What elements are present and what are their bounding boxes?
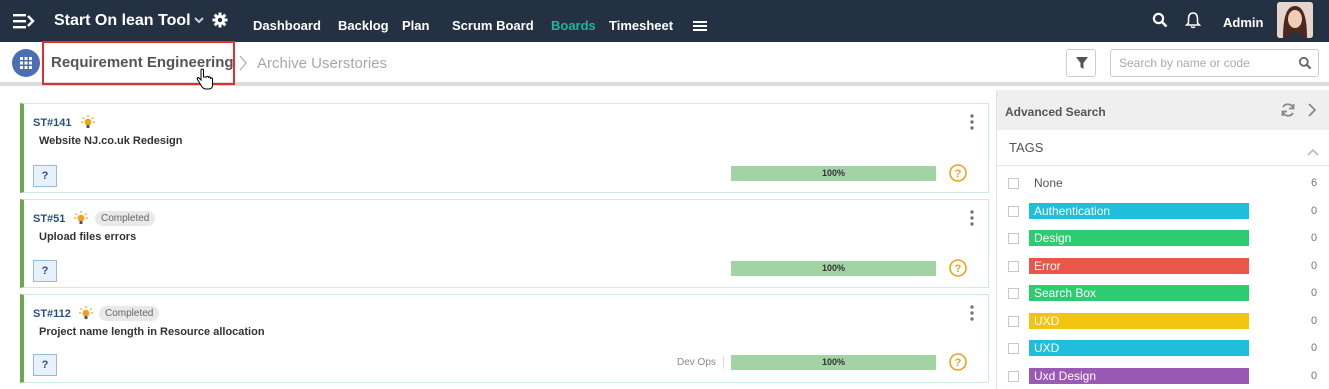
breadcrumb: Requirement Engineering Archive Userstor… — [0, 41, 1329, 90]
user-name[interactable]: Admin — [1223, 15, 1263, 30]
tag-filter-row[interactable]: Search Box 0 — [997, 283, 1329, 305]
help-icon[interactable]: ? — [949, 259, 967, 282]
app-title[interactable]: Start On lean Tool — [54, 12, 191, 30]
tag-filter-row[interactable]: Error 0 — [997, 256, 1329, 278]
svg-text:?: ? — [955, 357, 962, 369]
more-vertical-icon[interactable] — [969, 305, 975, 326]
more-menu-icon[interactable] — [692, 19, 708, 38]
nav-boards[interactable]: Boards — [551, 18, 596, 33]
tag-checkbox[interactable] — [1008, 178, 1019, 189]
gear-icon[interactable] — [212, 12, 228, 33]
story-tag: Dev Ops — [677, 357, 716, 368]
tag-label: None — [1034, 176, 1063, 190]
help-icon[interactable]: ? — [949, 353, 967, 376]
chevron-down-icon[interactable] — [193, 13, 205, 31]
story-action-button[interactable]: ? — [33, 354, 57, 376]
tag-label: UXD — [1029, 340, 1249, 356]
filter-button[interactable] — [1066, 49, 1096, 77]
tag-label: Search Box — [1029, 285, 1249, 301]
progress-bar: 100% — [731, 355, 936, 370]
nav-backlog[interactable]: Backlog — [338, 18, 389, 33]
tag-filter-row[interactable]: UXD 0 — [997, 311, 1329, 333]
nav-plan[interactable]: Plan — [402, 18, 429, 33]
nav-dashboard[interactable]: Dashboard — [253, 18, 321, 33]
chevron-right-icon — [238, 54, 248, 77]
tag-count: 0 — [1311, 342, 1318, 354]
tag-checkbox[interactable] — [1008, 343, 1019, 354]
tag-checkbox[interactable] — [1008, 206, 1019, 217]
story-card[interactable]: ST#141 Website NJ.co.uk Redesign ? 100% … — [20, 103, 989, 193]
lightbulb-icon — [74, 211, 88, 230]
tag-count: 0 — [1311, 260, 1318, 272]
search-icon[interactable] — [1298, 56, 1312, 75]
advanced-search-header: Advanced Search — [997, 90, 1329, 130]
tag-filter-row[interactable]: Uxd Design 0 — [997, 366, 1329, 388]
svg-text:?: ? — [955, 168, 962, 180]
tags-section-header[interactable]: TAGS — [997, 130, 1329, 166]
search-input-wrapper — [1110, 49, 1319, 77]
sidebar-toggle-icon[interactable] — [12, 11, 36, 31]
tag-filter-row[interactable]: Authentication 0 — [997, 201, 1329, 223]
more-vertical-icon[interactable] — [969, 210, 975, 231]
nav-scrum-board[interactable]: Scrum Board — [452, 18, 534, 33]
svg-text:?: ? — [955, 263, 962, 275]
tag-count: 0 — [1311, 232, 1318, 244]
tag-filter-row[interactable]: Design 0 — [997, 228, 1329, 250]
tag-filter-row[interactable]: None 6 — [997, 173, 1329, 195]
tag-count: 0 — [1311, 205, 1318, 217]
advanced-search-panel: Advanced Search TAGS None 6 Authentication… — [996, 90, 1329, 389]
tag-checkbox[interactable] — [1008, 261, 1019, 272]
search-input[interactable] — [1119, 55, 1289, 71]
tag-checkbox[interactable] — [1008, 316, 1019, 327]
tag-label: UXD — [1029, 313, 1249, 329]
notification-bell-icon[interactable] — [1184, 11, 1202, 34]
status-badge: Completed — [99, 306, 160, 321]
story-code[interactable]: ST#112 — [33, 308, 71, 320]
story-card[interactable]: ST#51 Completed Upload files errors ? 10… — [20, 199, 989, 288]
hand-cursor-icon — [195, 68, 215, 97]
tag-checkbox[interactable] — [1008, 288, 1019, 299]
status-badge: Completed — [95, 211, 156, 226]
search-icon[interactable] — [1152, 12, 1168, 33]
chevron-up-icon[interactable] — [1307, 143, 1319, 161]
refresh-icon[interactable] — [1280, 102, 1296, 123]
tags-title: TAGS — [1009, 140, 1044, 155]
lightbulb-icon — [81, 115, 95, 134]
lightbulb-icon — [79, 306, 93, 325]
tag-count: 6 — [1311, 177, 1318, 189]
tag-label: Authentication — [1029, 203, 1249, 219]
story-title[interactable]: Website NJ.co.uk Redesign — [39, 135, 182, 147]
tag-label: Error — [1029, 258, 1249, 274]
story-action-button[interactable]: ? — [33, 165, 57, 187]
help-icon[interactable]: ? — [949, 164, 967, 187]
tag-count: 0 — [1311, 370, 1318, 382]
tag-filter-row[interactable]: UXD 0 — [997, 338, 1329, 360]
more-vertical-icon[interactable] — [969, 114, 975, 135]
tag-count: 0 — [1311, 287, 1318, 299]
apps-grid-icon[interactable] — [12, 49, 40, 77]
avatar[interactable] — [1277, 2, 1313, 38]
tag-checkbox[interactable] — [1008, 371, 1019, 382]
divider — [723, 356, 724, 369]
chevron-right-icon[interactable] — [1307, 103, 1317, 122]
story-code[interactable]: ST#141 — [33, 117, 72, 129]
nav-timesheet[interactable]: Timesheet — [609, 18, 673, 33]
tag-label: Design — [1029, 230, 1249, 246]
tag-checkbox[interactable] — [1008, 233, 1019, 244]
story-action-button[interactable]: ? — [33, 260, 57, 282]
story-code[interactable]: ST#51 — [33, 213, 65, 225]
story-card[interactable]: ST#112 Completed Project name length in … — [20, 294, 989, 383]
tag-count: 0 — [1311, 315, 1318, 327]
breadcrumb-archive-userstories[interactable]: Archive Userstories — [257, 55, 387, 72]
progress-bar: 100% — [731, 166, 936, 181]
advanced-search-title: Advanced Search — [1005, 105, 1106, 119]
top-navbar: Start On lean Tool Dashboard Backlog Pla… — [0, 0, 1329, 42]
filter-icon — [1075, 56, 1089, 75]
story-title[interactable]: Project name length in Resource allocati… — [39, 326, 265, 338]
story-title[interactable]: Upload files errors — [39, 231, 136, 243]
tag-label: Uxd Design — [1029, 368, 1249, 384]
progress-bar: 100% — [731, 261, 936, 276]
